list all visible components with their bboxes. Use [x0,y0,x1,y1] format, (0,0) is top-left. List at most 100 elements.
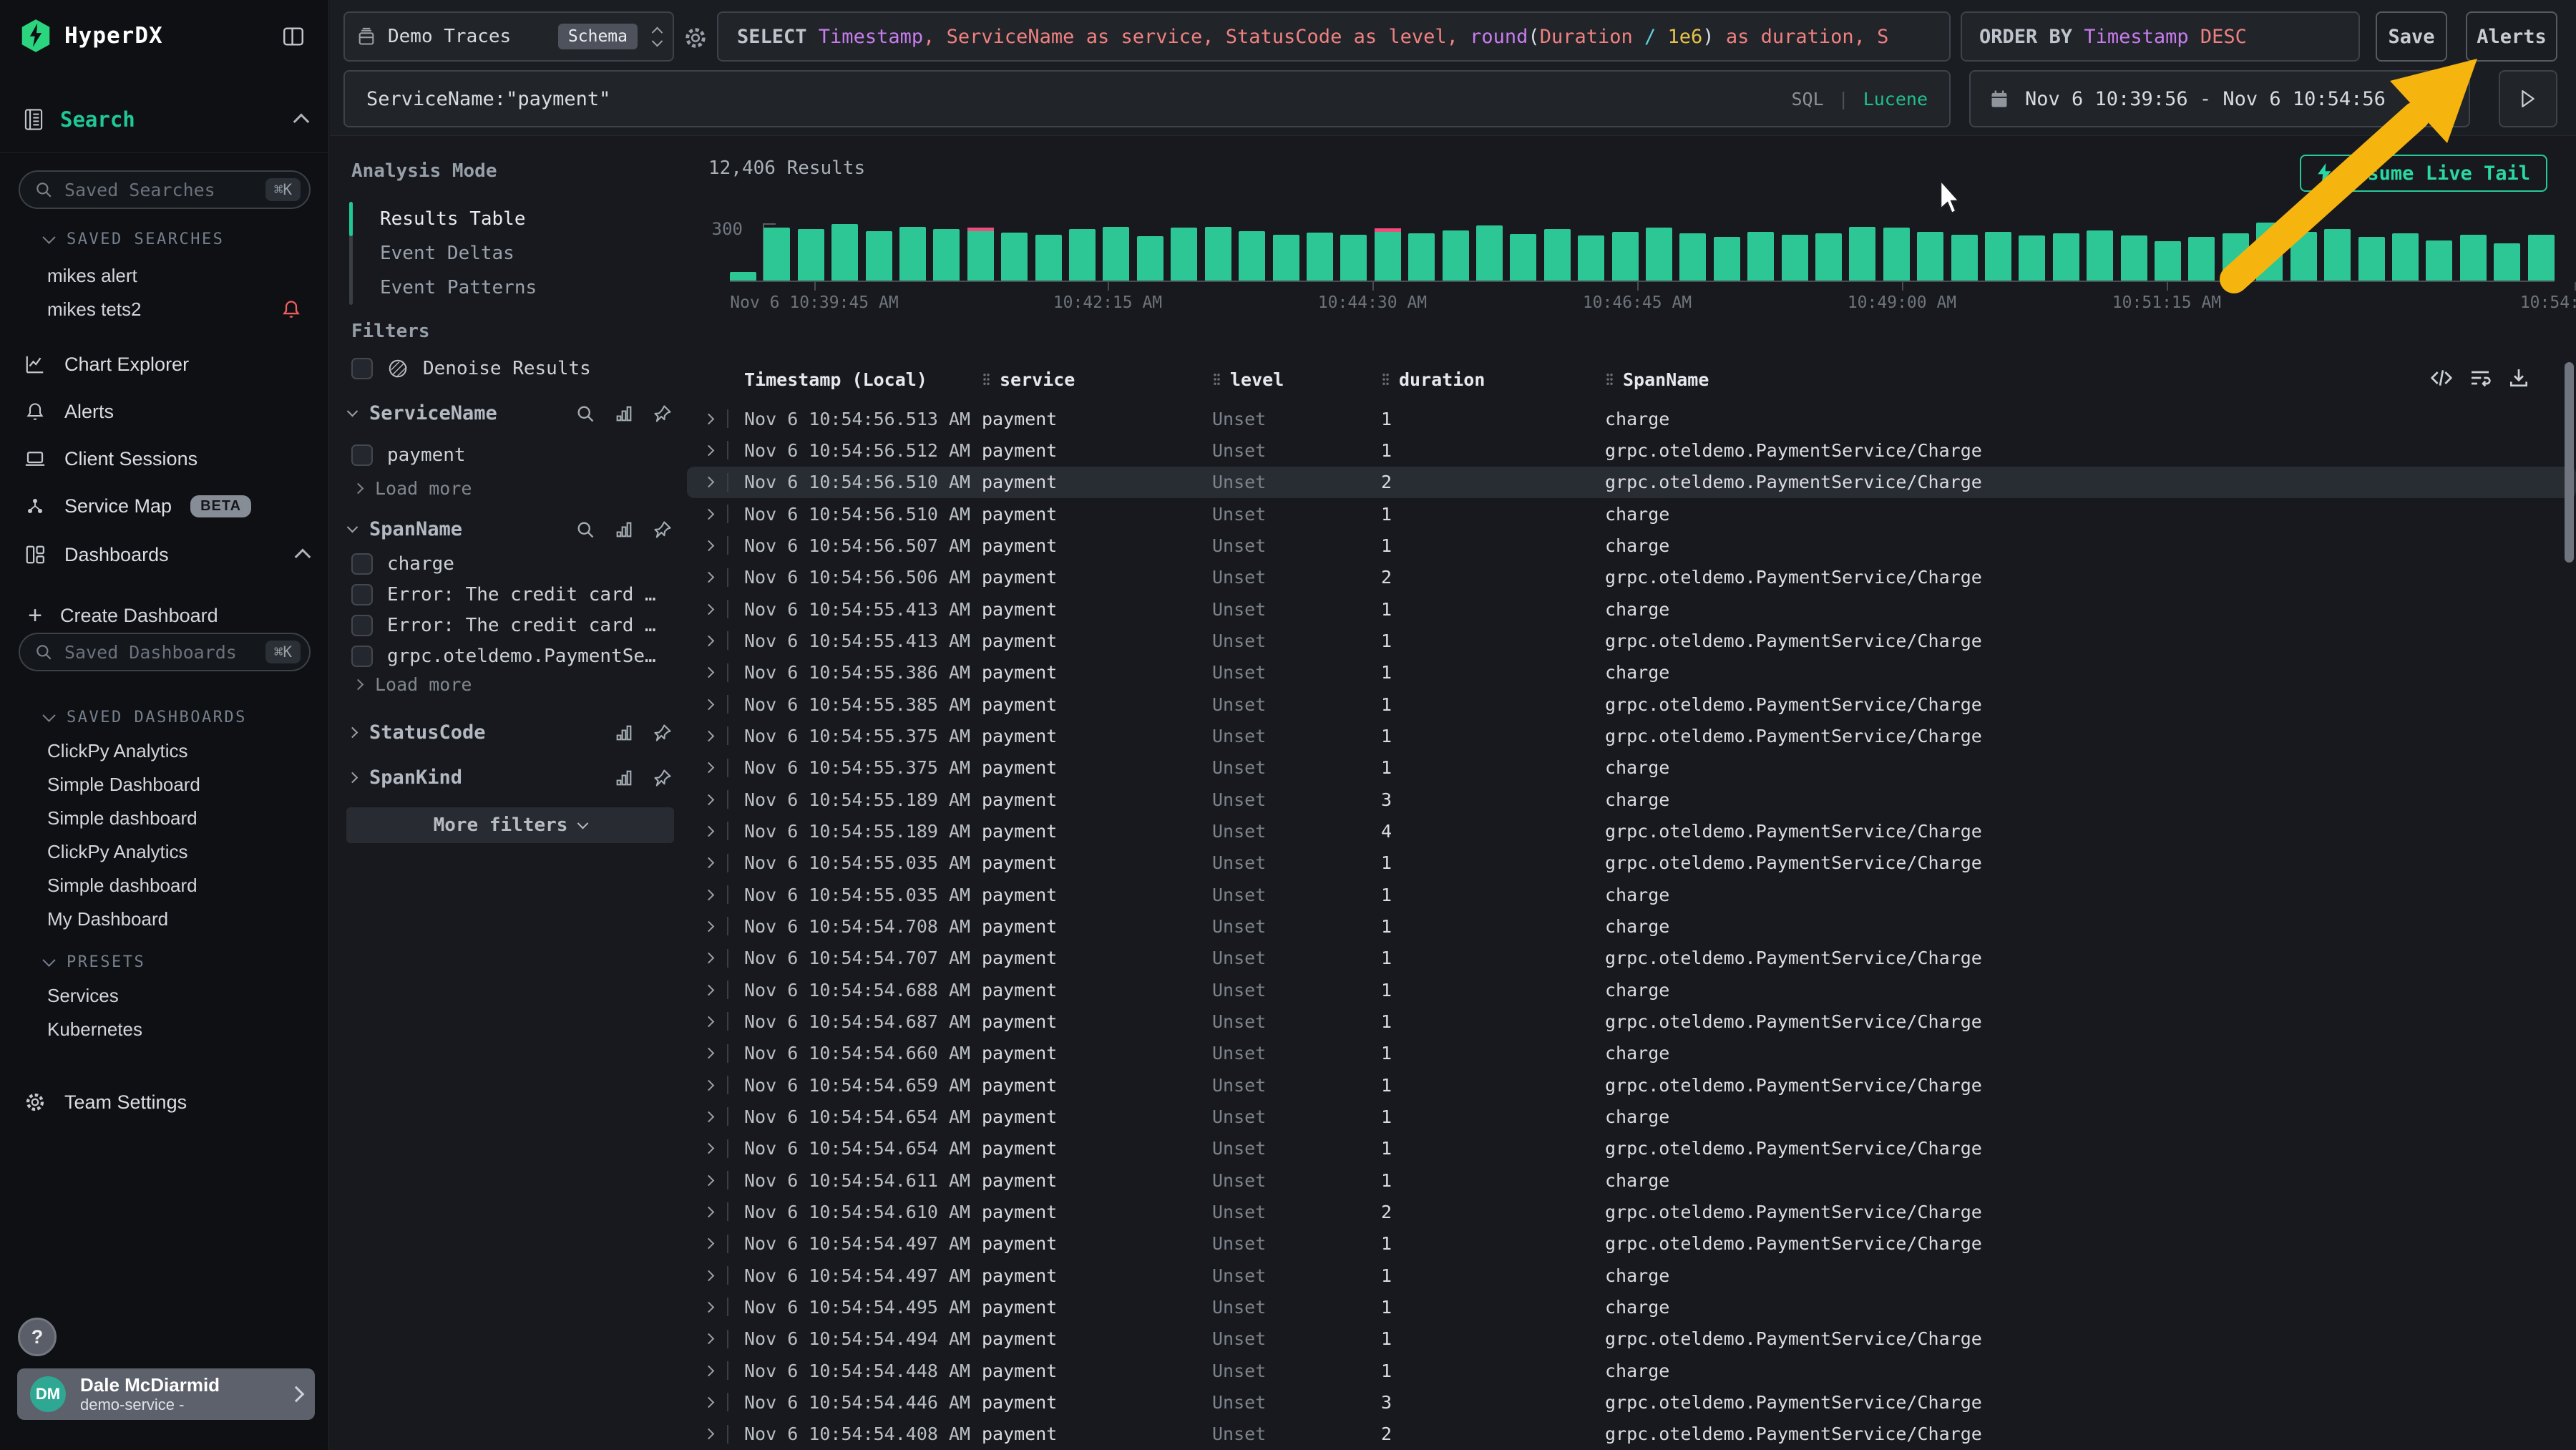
histogram-bar[interactable] [866,231,892,281]
row-expand-chevron[interactable] [703,1397,715,1408]
table-row[interactable]: Nov 6 10:54:54.660 AM payment Unset 1 ch… [687,1038,2576,1069]
checkbox[interactable] [351,553,373,575]
table-row[interactable]: Nov 6 10:54:55.035 AM payment Unset 1 ch… [687,879,2576,910]
histogram-bar[interactable] [2019,235,2045,281]
presets-header[interactable]: PRESETS [44,953,145,971]
table-row[interactable]: Nov 6 10:54:54.446 AM payment Unset 3 gr… [687,1386,2576,1418]
saved-dashboard-item[interactable]: Simple Dashboard [47,768,314,802]
histogram-bar[interactable] [1307,233,1333,281]
row-expand-chevron[interactable] [703,794,715,805]
table-row[interactable]: Nov 6 10:54:54.687 AM payment Unset 1 gr… [687,1006,2576,1037]
histogram-bar[interactable] [1205,227,1231,281]
saved-searches-header[interactable]: SAVED SEARCHES [44,230,224,248]
histogram-bar[interactable] [798,229,824,281]
row-expand-chevron[interactable] [703,1333,715,1345]
row-expand-chevron[interactable] [703,984,715,996]
table-row[interactable]: Nov 6 10:54:56.510 AM payment Unset 2 gr… [687,467,2576,498]
histogram-bar[interactable] [2087,230,2113,281]
checkbox[interactable] [351,646,373,667]
histogram-bar[interactable] [2155,241,2181,281]
table-row[interactable]: Nov 6 10:54:54.688 AM payment Unset 1 ch… [687,974,2576,1006]
sidebar-item-service-map[interactable]: Service Map BETA [24,490,308,522]
histogram-bar[interactable] [730,272,756,281]
row-expand-chevron[interactable] [703,445,715,457]
resume-live-tail-button[interactable]: Resume Live Tail [2300,155,2547,192]
row-expand-chevron[interactable] [703,1365,715,1376]
checkbox[interactable] [351,584,373,605]
mode-sql[interactable]: SQL [1791,89,1823,110]
histogram-bar[interactable] [831,224,858,281]
histogram-bar[interactable] [2460,235,2487,281]
source-select[interactable]: Demo Traces Schema [343,11,674,62]
row-expand-chevron[interactable] [703,413,715,424]
row-expand-chevron[interactable] [703,1143,715,1154]
table-row[interactable]: Nov 6 10:54:54.610 AM payment Unset 2 gr… [687,1196,2576,1227]
row-expand-chevron[interactable] [703,1270,715,1281]
drag-handle-icon[interactable] [1605,372,1614,386]
column-service[interactable]: service [982,369,1212,390]
table-row[interactable]: Nov 6 10:54:54.659 AM payment Unset 1 gr… [687,1069,2576,1101]
saved-search-item[interactable]: mikes tets2 [47,293,314,326]
row-expand-chevron[interactable] [703,603,715,615]
table-row[interactable]: Nov 6 10:54:55.035 AM payment Unset 1 gr… [687,847,2576,879]
sidebar-item-team-settings[interactable]: Team Settings [24,1086,308,1118]
wrap-lines-icon[interactable] [2469,366,2492,389]
denoise-results-toggle[interactable]: Denoise Results [351,358,673,379]
scrollbar-thumb[interactable] [2565,362,2574,563]
histogram-bar[interactable] [1069,229,1096,281]
filter-value-row[interactable]: Error: The credit card … [351,610,673,641]
column-spanname[interactable]: SpanName [1605,369,2537,390]
histogram-bar[interactable] [1679,233,1706,281]
filter-value-row[interactable]: grpc.oteldemo.PaymentSe… [351,641,673,671]
row-expand-chevron[interactable] [703,762,715,774]
order-by-editor[interactable]: ORDER BY Timestamp DESC [1961,11,2360,62]
column-level[interactable]: level [1212,369,1381,390]
analysis-mode-option[interactable]: Results Table [380,202,537,236]
bar-chart-icon[interactable] [614,404,634,424]
brand[interactable]: HyperDX [20,19,163,53]
table-row[interactable]: Nov 6 10:54:54.707 AM payment Unset 1 gr… [687,943,2576,974]
histogram-bar[interactable] [1510,234,1536,281]
saved-searches-input[interactable]: Saved Searches ⌘K [19,170,311,209]
bar-chart-icon[interactable] [614,520,634,540]
more-filters-button[interactable]: More filters [346,807,674,843]
table-row[interactable]: Nov 6 10:54:55.413 AM payment Unset 1 ch… [687,593,2576,625]
saved-search-item[interactable]: mikes alert [47,259,314,293]
histogram-bar[interactable] [1782,235,1808,281]
table-row[interactable]: Nov 6 10:54:54.408 AM payment Unset 2 gr… [687,1419,2576,1450]
histogram-bar[interactable] [1476,225,1503,281]
histogram-bar[interactable] [1239,231,1265,281]
histogram-bar[interactable] [1951,235,1978,281]
checkbox[interactable] [351,615,373,636]
histogram-bar[interactable] [1849,227,1875,281]
saved-dashboard-item[interactable]: Simple dashboard [47,802,314,835]
alerts-button[interactable]: Alerts [2466,11,2557,62]
histogram-bar[interactable] [2053,233,2079,281]
histogram-bar[interactable] [1883,228,1910,281]
table-row[interactable]: Nov 6 10:54:55.386 AM payment Unset 1 ch… [687,657,2576,688]
pin-icon[interactable] [653,723,673,743]
analysis-mode-option[interactable]: Event Deltas [380,236,537,271]
download-icon[interactable] [2507,366,2530,389]
histogram-bar[interactable] [2223,233,2249,281]
histogram-bar[interactable] [2121,235,2147,281]
histogram-bar[interactable] [2358,237,2385,281]
histogram-bar[interactable] [1544,229,1571,281]
saved-dashboards-header[interactable]: SAVED DASHBOARDS [44,709,247,726]
saved-dashboard-item[interactable]: Simple dashboard [47,869,314,902]
sql-select-editor[interactable]: SELECT Timestamp, ServiceName as service… [717,11,1951,62]
table-row[interactable]: Nov 6 10:54:55.375 AM payment Unset 1 gr… [687,720,2576,751]
row-expand-chevron[interactable] [703,1174,715,1186]
table-row[interactable]: Nov 6 10:54:54.497 AM payment Unset 1 ch… [687,1260,2576,1291]
checkbox[interactable] [351,444,373,466]
bar-chart-icon[interactable] [614,768,634,788]
drag-handle-icon[interactable] [1212,372,1221,386]
histogram-bar[interactable] [933,229,960,281]
row-expand-chevron[interactable] [703,826,715,837]
histogram-bar[interactable] [1137,236,1163,281]
row-expand-chevron[interactable] [703,508,715,520]
help-button[interactable]: ? [18,1318,57,1356]
histogram-bar[interactable] [2494,243,2520,281]
saved-dashboards-input[interactable]: Saved Dashboards ⌘K [19,633,311,671]
row-expand-chevron[interactable] [703,857,715,869]
